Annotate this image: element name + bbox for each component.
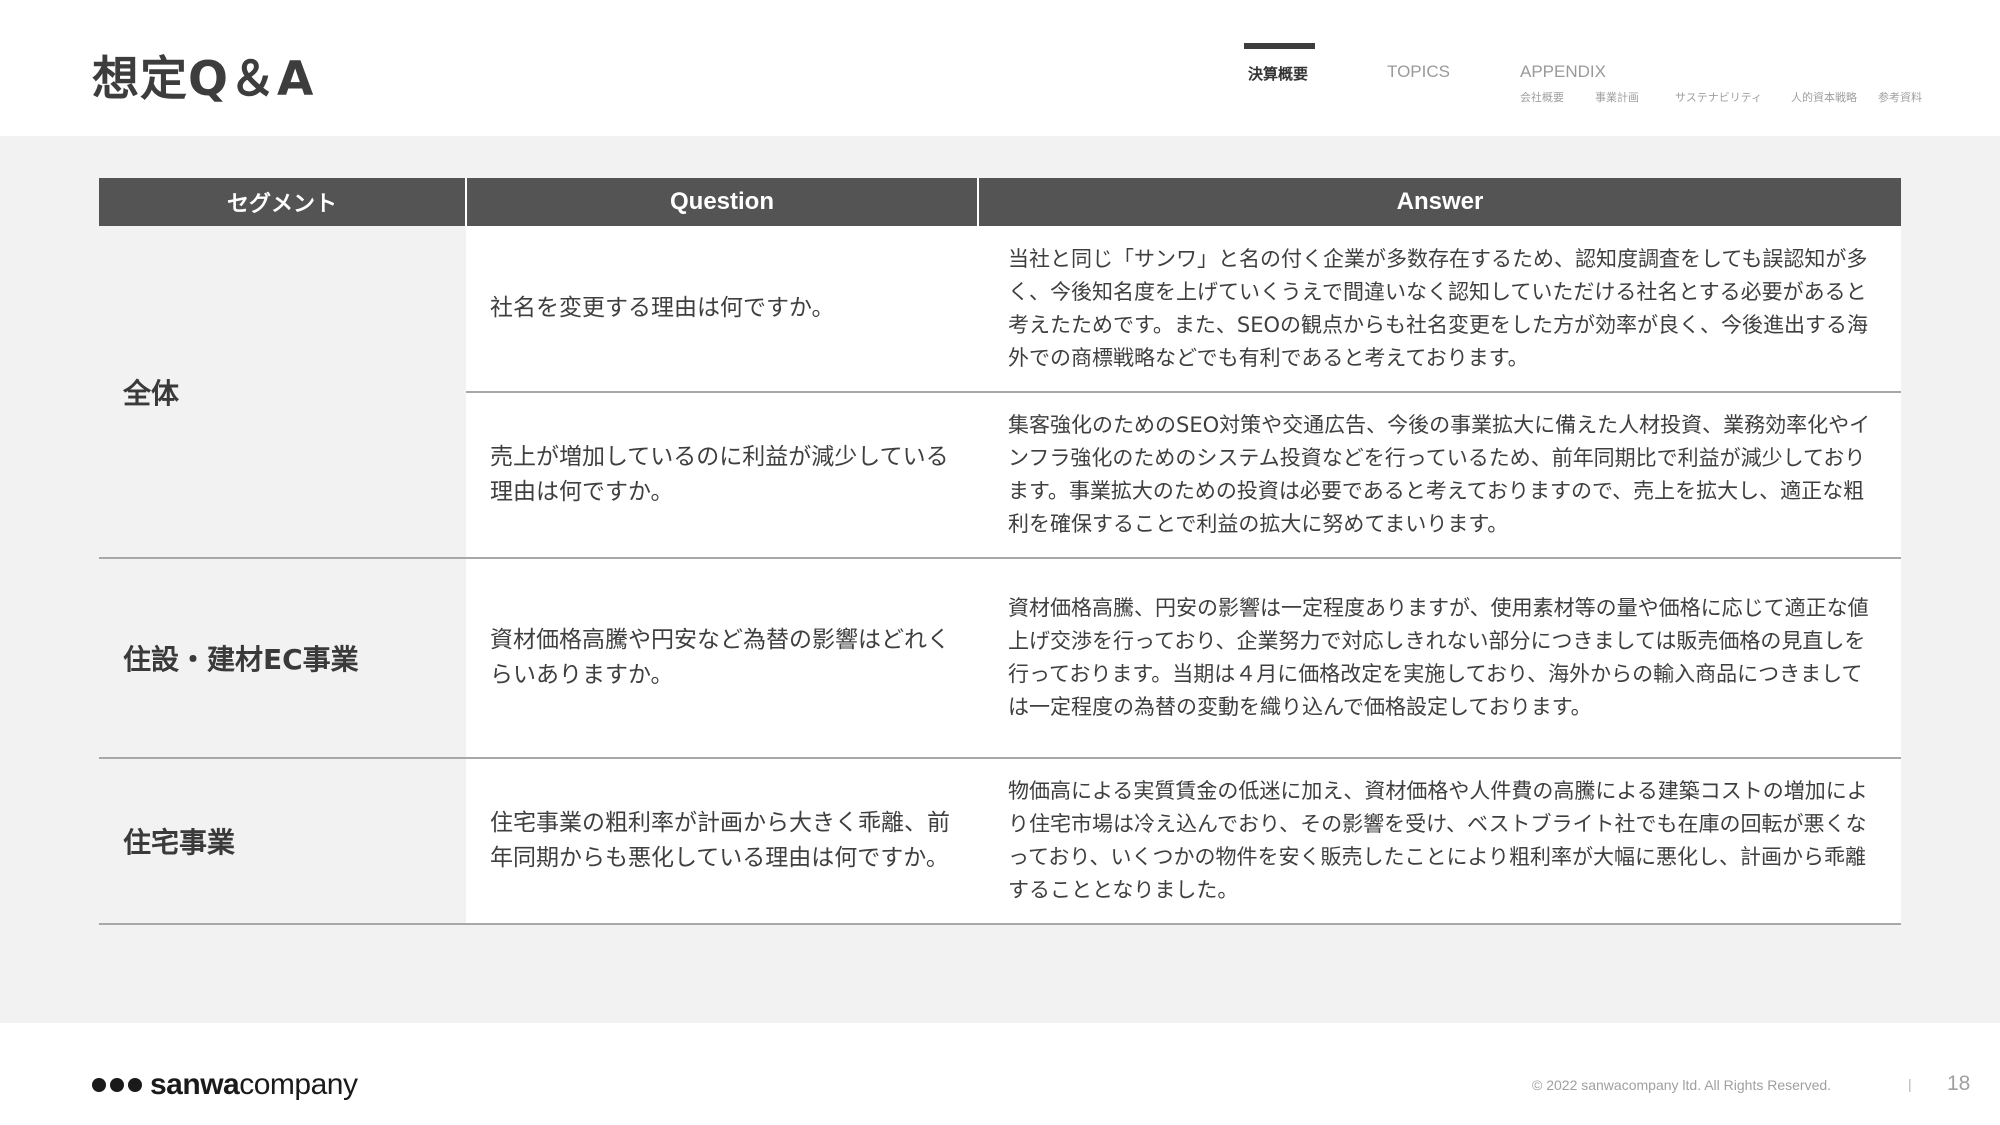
tab-appendix[interactable]: APPENDIX bbox=[1520, 62, 1606, 82]
answer-cell: 集客強化のためのSEO対策や交通広告、今後の事業拡大に備えた人材投資、業務効率化… bbox=[978, 392, 1901, 559]
answer-cell: 当社と同じ「サンワ」と名の付く企業が多数存在するため、認知度調査をしても誤認知が… bbox=[978, 226, 1901, 393]
table-header-row: セグメント Question Answer bbox=[99, 178, 1901, 226]
qa-table: セグメント Question Answer 全体 社名を変更する理由は何ですか。… bbox=[99, 178, 1901, 925]
answer-cell: 資材価格高騰、円安の影響は一定程度ありますが、使用素材等の量や価格に応じて適正な… bbox=[978, 558, 1901, 759]
segment-cell: 住宅事業 bbox=[99, 758, 466, 925]
question-cell: 住宅事業の粗利率が計画から大きく乖離、前年同期からも悪化している理由は何ですか。 bbox=[466, 758, 978, 925]
answer-cell: 物価高による実質賃金の低迷に加え、資材価格や人件費の高騰による建築コストの増加に… bbox=[978, 758, 1901, 925]
copyright: © 2022 sanwacompany ltd. All Rights Rese… bbox=[1532, 1077, 1832, 1093]
logo-text-sanwa: sanwa bbox=[150, 1068, 240, 1101]
question-cell: 売上が増加しているのに利益が減少している理由は何ですか。 bbox=[466, 392, 978, 559]
appendix-item-human-capital[interactable]: 人的資本戦略 bbox=[1791, 89, 1857, 105]
header-segment: セグメント bbox=[99, 178, 466, 226]
question-cell: 資材価格高騰や円安など為替の影響はどれくらいありますか。 bbox=[466, 558, 978, 759]
header: 想定Q＆A 決算概要 TOPICS APPENDIX 会社概要 事業計画 サステ… bbox=[0, 0, 2000, 136]
header-answer: Answer bbox=[977, 178, 1901, 226]
segment-cell: 全体 bbox=[99, 226, 466, 559]
tab-topics[interactable]: TOPICS bbox=[1387, 62, 1450, 82]
table-row: 住設・建材EC事業 資材価格高騰や円安など為替の影響はどれくらいありますか。 資… bbox=[99, 558, 1901, 759]
table-row: 全体 社名を変更する理由は何ですか。 当社と同じ「サンワ」と名の付く企業が多数存… bbox=[99, 226, 1901, 559]
tab-kessan-gaiyou[interactable]: 決算概要 bbox=[1248, 63, 1308, 84]
segment-cell: 住設・建材EC事業 bbox=[99, 558, 466, 759]
appendix-item-business-plan[interactable]: 事業計画 bbox=[1595, 89, 1639, 105]
appendix-item-reference[interactable]: 参考資料 bbox=[1878, 89, 1922, 105]
company-logo: sanwa company bbox=[92, 1068, 358, 1102]
page-number: 18 bbox=[1947, 1072, 1971, 1095]
logo-dots-icon bbox=[92, 1078, 142, 1092]
header-question: Question bbox=[465, 178, 978, 226]
question-cell: 社名を変更する理由は何ですか。 bbox=[466, 226, 978, 393]
appendix-item-sustainability[interactable]: サステナビリティ bbox=[1675, 89, 1762, 105]
page-title: 想定Q＆A bbox=[92, 52, 315, 107]
appendix-item-company-overview[interactable]: 会社概要 bbox=[1520, 89, 1564, 105]
footer-separator: | bbox=[1908, 1076, 1912, 1092]
logo-text-company: company bbox=[239, 1068, 358, 1101]
table-row: 住宅事業 住宅事業の粗利率が計画から大きく乖離、前年同期からも悪化している理由は… bbox=[99, 758, 1901, 925]
active-tab-indicator bbox=[1244, 43, 1315, 49]
